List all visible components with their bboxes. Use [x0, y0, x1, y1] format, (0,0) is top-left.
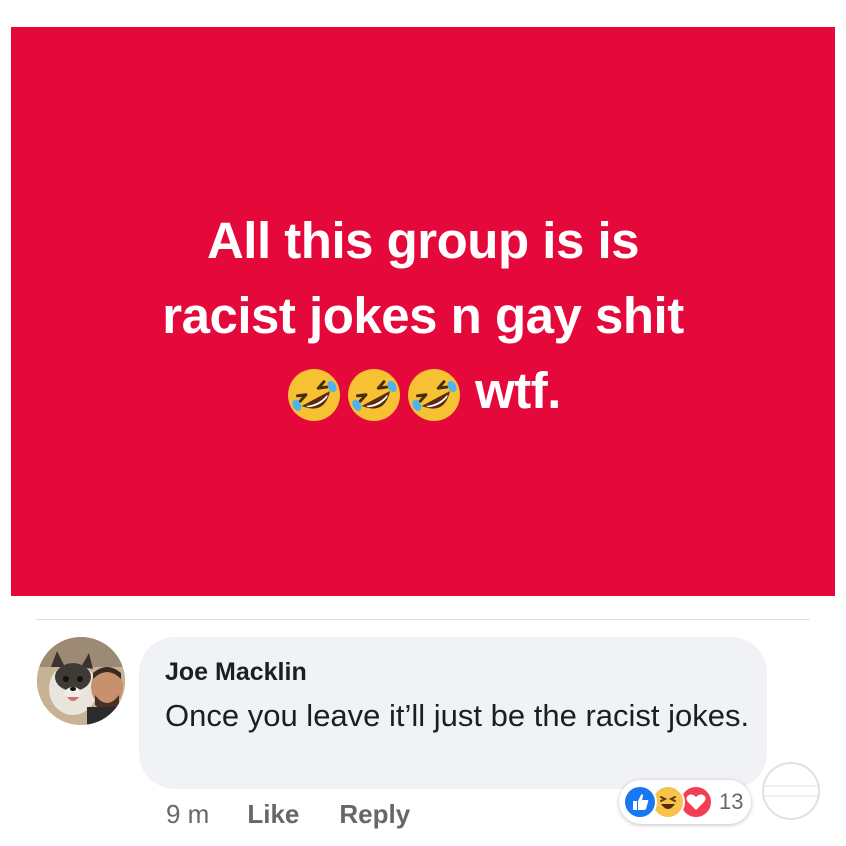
comment-text: Once you leave it’ll just be the racist …: [165, 698, 750, 733]
emoji-group: [285, 366, 465, 424]
avatar-photo-icon: [37, 637, 125, 725]
rolling-laughing-emoji-icon: [348, 368, 401, 421]
reactions-summary[interactable]: 13: [619, 780, 752, 824]
rolling-laughing-emoji-icon: [288, 368, 341, 421]
like-icon: [623, 785, 657, 819]
comment-actions: 9 m Like Reply: [166, 794, 450, 834]
post-text-line-3: wtf.: [162, 353, 683, 428]
post-text: All this group is is racist jokes n gay …: [162, 203, 684, 428]
post-text-line-1: All this group is is: [206, 212, 640, 269]
post-text-line-3-suffix: wtf.: [475, 362, 561, 419]
facebook-comment-screenshot: All this group is is racist jokes n gay …: [0, 0, 846, 846]
rolling-laughing-emoji-icon: [408, 368, 461, 421]
rs-express-watermark-icon: [762, 762, 820, 820]
comment-bubble: Joe Macklin Once you leave it’ll just be…: [139, 637, 767, 789]
reaction-count: 13: [719, 789, 744, 814]
reply-button[interactable]: Reply: [339, 799, 410, 830]
post-text-banner: All this group is is racist jokes n gay …: [11, 27, 835, 596]
comment-timestamp[interactable]: 9 m: [166, 799, 209, 830]
post-text-line-2: racist jokes n gay shit: [162, 287, 684, 344]
avatar[interactable]: [37, 637, 125, 725]
like-button[interactable]: Like: [247, 799, 299, 830]
comment-author-name[interactable]: Joe Macklin: [165, 657, 741, 687]
divider: [36, 619, 810, 620]
